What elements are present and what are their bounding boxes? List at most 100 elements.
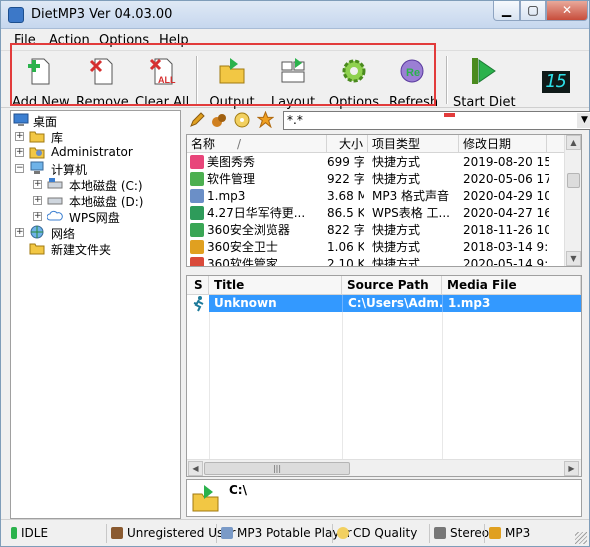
column-size-header[interactable]: 大小 xyxy=(327,135,368,153)
file-icon xyxy=(190,257,204,266)
file-size: 822 字节 xyxy=(327,223,364,237)
refresh-button[interactable]: Re Refresh xyxy=(389,53,438,110)
file-row[interactable]: 360软件管家 2.10 KB 快捷方式 2020-05-14 9:00 xyxy=(187,256,565,267)
pencil-icon xyxy=(489,527,501,539)
file-type: MP3 格式声音 xyxy=(372,189,450,203)
options-button[interactable]: Options xyxy=(327,53,381,110)
file-list-scrollbar[interactable]: ▲ ▼ xyxy=(564,135,581,266)
tools-icon[interactable] xyxy=(211,112,227,128)
file-row[interactable]: 美图秀秀 699 字节快捷方式 2019-08-20 15... xyxy=(187,154,565,171)
svg-text:ALL: ALL xyxy=(158,75,176,85)
close-button[interactable]: ✕ xyxy=(546,1,588,21)
file-date: 2020-05-06 17... xyxy=(463,172,549,186)
file-icon xyxy=(190,189,204,203)
queue-media-file: 1.mp3 xyxy=(442,295,581,312)
file-name: 360软件管家 xyxy=(207,257,278,267)
cd-icon xyxy=(337,527,349,539)
file-toolbar: *.* ▼ xyxy=(186,110,590,132)
status-bar: IDLE Unregistered User MP3 Potable Playe… xyxy=(1,519,589,546)
column-media-file-header[interactable]: Media File xyxy=(442,276,581,295)
tree-label: Administrator xyxy=(51,145,133,159)
menu-action[interactable]: Action xyxy=(49,33,90,48)
expand-icon[interactable]: + xyxy=(15,228,24,237)
file-name: 美图秀秀 xyxy=(207,155,256,169)
layout-icon xyxy=(281,58,305,83)
gear-icon xyxy=(342,59,366,83)
folder-tree[interactable]: 桌面 + 库 + Administrator − 计算机 + 本地磁盘 (C:)… xyxy=(10,110,181,519)
toolbar: Add New Remove ALL Clear All Output Layo… xyxy=(1,50,589,110)
column-status-header[interactable]: S xyxy=(187,276,209,295)
expand-icon[interactable]: + xyxy=(33,212,42,221)
toolbar-separator xyxy=(446,56,448,104)
scroll-up-icon[interactable]: ▲ xyxy=(566,135,581,150)
status-state: IDLE xyxy=(7,524,105,543)
file-size: 3.68 MB xyxy=(327,189,364,203)
column-source-path-header[interactable]: Source Path xyxy=(342,276,442,295)
file-row[interactable]: 4.27日华军待更... 86.5 KB WPS表格 工... 2020-04-27 … xyxy=(187,205,565,222)
file-row[interactable]: 1.mp3 3.68 MB MP3 格式声音 2020-04-29 10... xyxy=(187,188,565,205)
output-path-text: C:\ xyxy=(229,483,247,497)
resize-grip-icon[interactable] xyxy=(575,532,587,544)
grid-line xyxy=(342,295,343,460)
file-type: 快捷方式 xyxy=(372,155,421,169)
file-row[interactable]: 软件管理 922 字节快捷方式 2020-05-06 17... xyxy=(187,171,565,188)
speaker-icon xyxy=(434,527,446,539)
pencil-icon[interactable] xyxy=(189,112,205,128)
file-list[interactable]: 名称/ 大小 项目类型 修改日期 美图秀秀 699 字节快捷方式 2019-08-2… xyxy=(186,134,582,267)
grid-line xyxy=(209,295,210,460)
start-diet-button[interactable]: Start Diet xyxy=(453,53,516,110)
file-name: 1.mp3 xyxy=(207,189,246,203)
tree-label: 本地磁盘 (D:) xyxy=(69,195,144,209)
file-icon xyxy=(190,223,204,237)
running-man-icon xyxy=(193,296,204,312)
column-title-header[interactable]: Title xyxy=(209,276,342,295)
collapse-icon[interactable]: − xyxy=(15,164,24,173)
filter-value: *.* xyxy=(287,113,303,127)
scroll-down-icon[interactable]: ▼ xyxy=(566,251,581,266)
menu-help[interactable]: Help xyxy=(159,33,189,48)
column-name-header[interactable]: 名称 / xyxy=(187,135,327,153)
menu-file[interactable]: File xyxy=(14,33,36,48)
tree-label: 新建文件夹 xyxy=(51,243,112,257)
file-date: 2019-08-20 15... xyxy=(463,155,549,169)
filter-input[interactable]: *.* ▼ xyxy=(283,111,590,130)
minimize-button[interactable]: ▁ xyxy=(493,1,520,21)
expand-icon[interactable]: + xyxy=(15,148,24,157)
status-format: MP3 xyxy=(484,524,534,543)
menu-options[interactable]: Options xyxy=(99,33,149,48)
star-icon[interactable] xyxy=(257,111,274,128)
file-date: 2020-04-29 10... xyxy=(463,189,549,203)
file-row[interactable]: 360安全浏览器 822 字节快捷方式 2018-11-26 10... xyxy=(187,222,565,239)
file-icon xyxy=(190,155,204,169)
play-icon xyxy=(472,58,496,84)
maximize-button[interactable]: ▢ xyxy=(520,1,546,21)
dropdown-arrow-icon[interactable]: ▼ xyxy=(577,113,590,128)
queue-list[interactable]: S Title Source Path Media File Unknown C… xyxy=(186,275,582,477)
expand-icon[interactable]: + xyxy=(33,180,42,189)
scroll-thumb[interactable]: ||| xyxy=(204,462,350,475)
add-new-button[interactable]: Add New xyxy=(12,53,70,110)
file-type: 快捷方式 xyxy=(372,240,421,254)
scroll-left-icon[interactable]: ◀ xyxy=(188,461,203,476)
folder-icon xyxy=(29,243,45,255)
file-list-header: 名称 / 大小 项目类型 修改日期 xyxy=(187,135,565,153)
file-row[interactable]: 360安全卫士 1.06 KB 快捷方式 2018-03-14 9:05 xyxy=(187,239,565,256)
expand-icon[interactable]: + xyxy=(15,132,24,141)
file-size: 699 字节 xyxy=(327,155,364,169)
drive-icon xyxy=(47,178,63,189)
remove-button[interactable]: Remove xyxy=(76,53,129,110)
queue-row[interactable]: Unknown C:\Users\Adm... 1.mp3 xyxy=(187,295,581,312)
queue-horizontal-scrollbar[interactable]: ◀ ||| ▶ xyxy=(187,459,581,476)
layout-button[interactable]: Layout xyxy=(267,53,319,110)
column-type-header[interactable]: 项目类型 xyxy=(368,135,459,153)
scroll-thumb[interactable] xyxy=(567,173,580,188)
clear-all-button[interactable]: ALL Clear All xyxy=(135,53,189,110)
column-date-header[interactable]: 修改日期 xyxy=(459,135,547,153)
cd-icon[interactable] xyxy=(234,112,250,128)
expand-icon[interactable]: + xyxy=(33,196,42,205)
app-window: DietMP3 Ver 04.03.00 ▁ ▢ ✕ File Action O… xyxy=(0,0,590,547)
output-folder-icon[interactable] xyxy=(191,483,221,513)
user-folder-icon xyxy=(29,147,45,159)
scroll-right-icon[interactable]: ▶ xyxy=(564,461,579,476)
output-button[interactable]: Output xyxy=(206,53,258,110)
